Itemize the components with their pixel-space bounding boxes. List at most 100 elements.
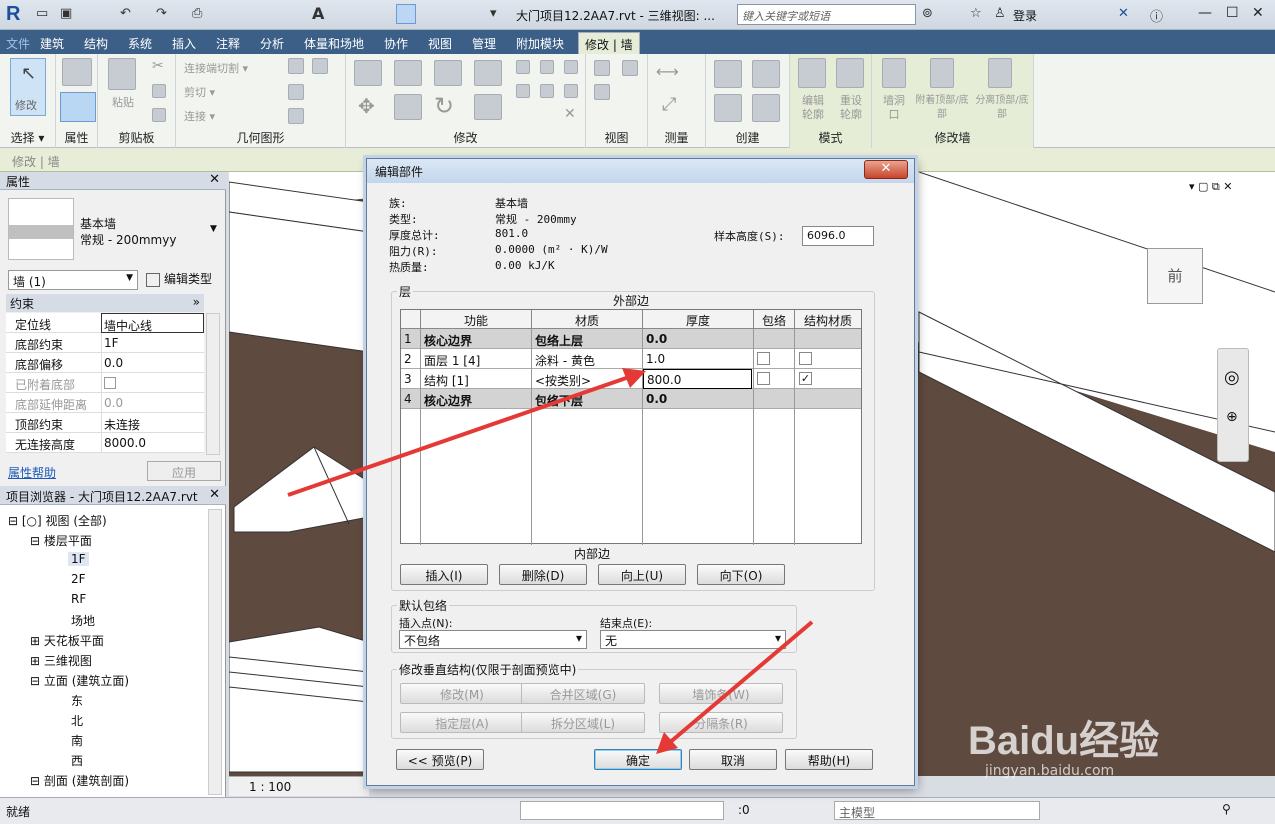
move-icon[interactable]: ✥ xyxy=(358,94,375,118)
help-button[interactable]: 帮助(H) xyxy=(785,749,873,770)
delete-icon[interactable]: ✕ xyxy=(564,106,576,122)
split-gap-icon[interactable] xyxy=(540,60,554,74)
design-option-dropdown[interactable]: 主模型 xyxy=(834,801,1040,820)
copy-elements-icon[interactable] xyxy=(394,94,422,120)
tab-annotate[interactable]: 注释 xyxy=(216,35,240,52)
array-icon[interactable] xyxy=(516,84,530,98)
binoculars-icon[interactable]: ⊚ xyxy=(922,6,933,21)
col-header-material[interactable]: 材质 xyxy=(532,310,643,329)
wall-opening-icon[interactable] xyxy=(882,58,906,88)
move-up-button[interactable]: 向上(U) xyxy=(598,564,686,585)
login-link[interactable]: 登录 xyxy=(1013,7,1037,24)
tree-item[interactable]: ⊟ 立面 (建筑立面) xyxy=(30,672,129,689)
paste-icon[interactable] xyxy=(108,58,136,90)
end-point-dropdown[interactable]: 无 ▾ xyxy=(600,630,786,649)
properties-button[interactable] xyxy=(60,92,96,122)
user-icon[interactable]: ♙ xyxy=(994,6,1006,21)
redo-icon[interactable]: ↷ xyxy=(156,6,167,21)
split-face-icon[interactable] xyxy=(312,58,328,74)
trim-icon[interactable] xyxy=(474,94,502,120)
match-properties-icon[interactable] xyxy=(152,108,166,122)
tab-systems[interactable]: 系统 xyxy=(128,35,152,52)
tree-item[interactable]: ⊟ 剖面 (建筑剖面) xyxy=(30,772,129,789)
create-parts-icon[interactable] xyxy=(752,60,780,88)
tab-addins[interactable]: 附加模块 xyxy=(516,35,564,52)
tab-insert[interactable]: 插入 xyxy=(172,35,196,52)
move-down-button[interactable]: 向下(O) xyxy=(697,564,785,585)
table-row[interactable]: 2 面层 1 [4] 涂料 - 黄色 1.0 xyxy=(401,349,861,369)
minimize-button[interactable]: — xyxy=(1198,5,1212,21)
col-header-structural[interactable]: 结构材质 xyxy=(795,310,861,329)
workset-dropdown[interactable] xyxy=(520,801,724,820)
properties-help-link[interactable]: 属性帮助 xyxy=(8,464,56,481)
unpin-icon[interactable] xyxy=(564,60,578,74)
prop-row[interactable]: 底部偏移 0.0 xyxy=(6,353,204,373)
instance-filter-dropdown[interactable]: 墙 (1) ▼ xyxy=(8,270,138,290)
type-properties-icon[interactable] xyxy=(62,58,92,86)
revit-logo-icon[interactable]: R xyxy=(6,3,20,26)
open-icon[interactable]: ▭ xyxy=(36,6,48,21)
reset-profile-label[interactable]: 重设轮廓 xyxy=(836,94,866,122)
tab-structure[interactable]: 结构 xyxy=(84,35,108,52)
structural-checkbox[interactable] xyxy=(799,352,812,365)
col-header-wraps[interactable]: 包络 xyxy=(754,310,795,329)
tree-item[interactable]: 北 xyxy=(71,712,83,729)
exchange-apps-icon[interactable]: ✕ xyxy=(1118,6,1129,21)
viewcube[interactable]: 前 xyxy=(1147,248,1203,304)
tab-view[interactable]: 视图 xyxy=(428,35,452,52)
mirror-draw-icon[interactable] xyxy=(474,60,502,86)
filter-icon[interactable]: ⚲ xyxy=(1222,802,1231,816)
tree-item[interactable]: 场地 xyxy=(71,612,95,629)
table-row[interactable]: 1 核心边界 包络上层 0.0 xyxy=(401,329,861,349)
attach-top-base-icon[interactable] xyxy=(930,58,954,88)
prop-row[interactable]: 定位线 墙中心线 xyxy=(6,313,204,333)
tree-item[interactable]: RF xyxy=(71,592,86,606)
join-button[interactable]: 连接 ▾ xyxy=(184,108,215,124)
detach-label[interactable]: 分离顶部/底部 xyxy=(972,94,1032,122)
constraints-section[interactable]: 约束» xyxy=(6,294,204,312)
create-similar-icon[interactable] xyxy=(752,94,780,122)
ok-button[interactable]: 确定 xyxy=(594,749,682,770)
tree-item[interactable]: 1F xyxy=(68,552,89,566)
modify-button[interactable]: ↖ 修改 xyxy=(10,58,46,116)
col-header-thickness[interactable]: 厚度 xyxy=(643,310,754,329)
insert-point-dropdown[interactable]: 不包络 ▾ xyxy=(399,630,587,649)
cut-icon[interactable]: ✂ xyxy=(152,58,164,74)
sample-height-input[interactable]: 6096.0 xyxy=(802,226,874,246)
cut-geometry-button[interactable]: 剪切 ▾ xyxy=(184,84,215,100)
table-row[interactable]: 3 结构 [1] <按类别> 800.0 ✓ xyxy=(401,369,861,389)
copy-icon[interactable] xyxy=(152,84,166,98)
tab-collaborate[interactable]: 协作 xyxy=(384,35,408,52)
wall-joins-icon[interactable] xyxy=(288,58,304,74)
wall-opening-label[interactable]: 墙洞口 xyxy=(882,94,906,122)
tree-item[interactable]: 2F xyxy=(71,572,86,586)
attach-label[interactable]: 附着顶部/底部 xyxy=(912,94,972,122)
col-header-function[interactable]: 功能 xyxy=(421,310,532,329)
create-group-icon[interactable] xyxy=(714,94,742,122)
tab-architecture[interactable]: 建筑 xyxy=(40,35,64,52)
star-icon[interactable]: ☆ xyxy=(970,6,982,21)
search-input[interactable]: 键入关键字或短语 xyxy=(737,4,916,25)
thin-lines-icon[interactable] xyxy=(396,4,416,24)
delete-layer-button[interactable]: 删除(D) xyxy=(499,564,587,585)
viewport-window-controls[interactable]: ▾ ▢ ⧉ ✕ xyxy=(1189,180,1232,194)
offset-icon[interactable] xyxy=(394,60,422,86)
group-label-select[interactable]: 选择 ▾ xyxy=(0,129,55,146)
measure-icon[interactable]: ⟷ xyxy=(656,62,679,81)
apply-button[interactable]: 应用 xyxy=(147,461,221,481)
edit-type-button[interactable]: 编辑类型 xyxy=(146,270,212,288)
prop-row[interactable]: 底部约束 1F xyxy=(6,333,204,353)
tab-file[interactable]: 文件 xyxy=(6,35,30,52)
navigation-bar[interactable]: ◎ ⊕ xyxy=(1217,348,1249,462)
wraps-checkbox[interactable] xyxy=(757,352,770,365)
pin-icon[interactable] xyxy=(564,84,578,98)
demolish-icon[interactable] xyxy=(288,108,304,124)
zoom-icon[interactable]: ⊕ xyxy=(1226,409,1238,425)
tree-item[interactable]: ⊟ 楼层平面 xyxy=(30,532,92,549)
print-icon[interactable]: ⎙ xyxy=(192,6,202,21)
help-icon[interactable]: ⓘ xyxy=(1150,6,1163,25)
prop-row[interactable]: 顶部约束 未连接 xyxy=(6,413,204,433)
tab-analyze[interactable]: 分析 xyxy=(260,35,284,52)
tab-manage[interactable]: 管理 xyxy=(472,35,496,52)
close-icon[interactable]: ✕ xyxy=(209,172,220,187)
